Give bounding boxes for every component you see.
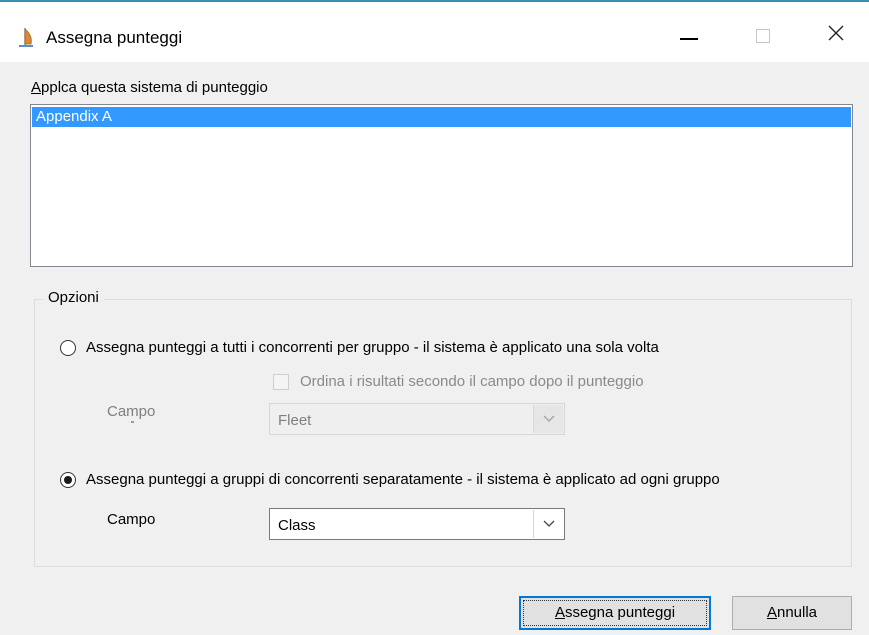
sort-results-checkbox[interactable] [273,374,289,390]
list-item-appendix-a[interactable]: Appendix A [32,107,851,127]
maximize-button[interactable] [736,2,792,62]
radio-score-all-by-group[interactable] [60,340,76,356]
field-label-class: Campo [107,511,156,528]
radio-selected-dot [64,476,72,484]
dropdown-button[interactable] [533,510,563,538]
options-legend: Opzioni [43,289,104,306]
scoring-system-label: Applca questa sistema di punteggio [31,79,268,96]
field-label-fleet: Campo [107,403,156,420]
radio-score-groups-separately[interactable] [60,472,76,488]
maximize-icon [756,29,770,43]
chevron-down-icon [543,520,555,527]
label-artifact [131,421,134,423]
assign-scores-button[interactable]: Assegna punteggi [519,596,711,630]
window-title: Assegna punteggi [46,28,183,47]
field-dropdown-class[interactable]: Class [269,508,565,540]
field-dropdown-fleet[interactable]: Fleet [269,403,565,435]
close-icon [828,25,844,41]
sort-results-label: Ordina i risultati secondo il campo dopo… [300,373,644,390]
cancel-button[interactable]: Annulla [732,596,852,630]
close-button[interactable] [808,2,864,62]
minimize-button[interactable] [662,2,718,62]
scoring-system-list[interactable]: Appendix A [30,104,853,267]
radio-score-all-label[interactable]: Assegna punteggi a tutti i concorrenti p… [86,339,659,356]
chevron-down-icon [543,415,555,422]
focus-rectangle: Assegna punteggi [523,600,707,626]
dropdown-value: Fleet [278,412,312,429]
dropdown-value: Class [278,517,316,534]
radio-score-groups-label[interactable]: Assegna punteggi a gruppi di concorrenti… [86,471,720,488]
minimize-icon [680,38,698,40]
sailboat-icon [16,26,38,50]
dropdown-button[interactable] [533,405,563,433]
